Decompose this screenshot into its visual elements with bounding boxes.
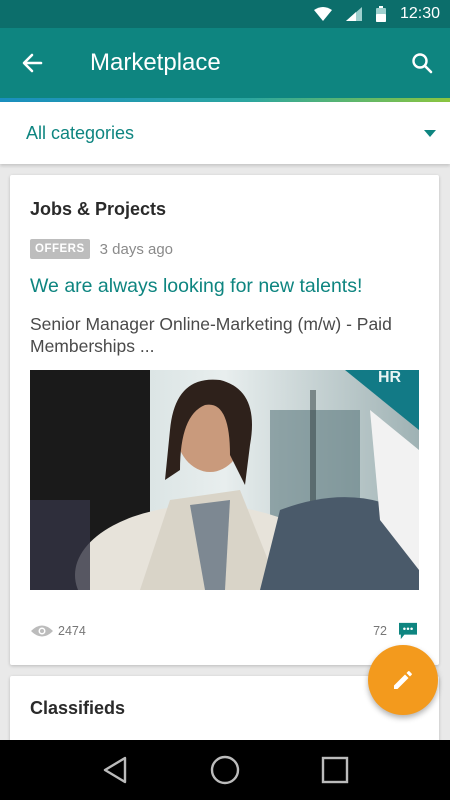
comment-icon [399,622,417,640]
comments-stat[interactable]: 72 [373,622,419,640]
image-label: HR [378,370,402,386]
nav-recents-button[interactable] [315,750,355,790]
card-title: Jobs & Projects [30,199,167,219]
status-bar: 12:30 [0,0,450,28]
post-meta: OFFERS 3 days ago [30,239,173,259]
nav-back-button[interactable] [95,750,135,790]
post-time: 3 days ago [99,240,174,258]
app-bar: Marketplace [0,28,450,98]
offers-badge: OFFERS [30,239,90,259]
chevron-down-icon [424,129,436,137]
post-title[interactable]: We are always looking for new talents! [30,275,362,298]
system-nav-bar [0,740,450,800]
triangle-back-icon [103,756,127,784]
pencil-icon [394,671,412,689]
wifi-icon [313,7,332,21]
status-time: 12:30 [399,5,440,22]
category-label: All categories [26,122,135,143]
compose-fab[interactable] [368,645,438,715]
arrow-left-icon [22,53,43,73]
card-title: Classifieds [30,698,126,718]
page-title: Marketplace [90,49,221,76]
category-dropdown[interactable]: All categories [0,102,450,164]
battery-icon [375,6,386,22]
post-stats: 2474 72 [30,619,419,643]
square-recents-icon [321,756,349,784]
nav-home-button[interactable] [205,750,245,790]
circle-home-icon [210,755,240,785]
views-count: 2474 [58,624,86,638]
jobs-card[interactable]: Jobs & Projects OFFERS 3 days ago We are… [10,175,439,665]
signal-icon [345,7,362,21]
post-image[interactable]: HR [30,370,419,590]
views-stat: 2474 [30,624,86,638]
comments-count: 72 [373,624,387,638]
post-description: Senior Manager Online-Marketing (m/w) - … [30,314,392,356]
eye-icon [31,625,53,637]
search-button[interactable] [394,28,450,98]
search-icon [412,53,433,74]
back-button[interactable] [0,28,64,98]
